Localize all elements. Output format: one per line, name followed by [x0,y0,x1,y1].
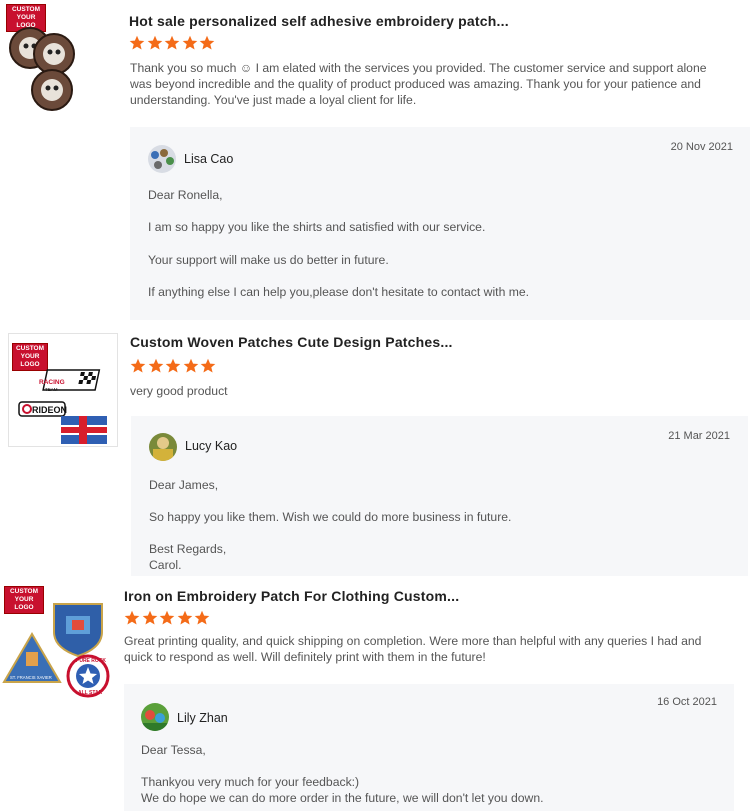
review-item: CUSTOM YOUR LOGO ST. FRANCIS XAVIER PURE … [0,578,750,811]
reply-line: We do hope we can do more order in the f… [141,791,544,805]
star-icon [147,35,162,50]
review-item: CUSTOM YOUR LOGO Hot sale personalized se… [0,0,750,325]
embroidery-patches-image: ST. FRANCIS XAVIER PURE ROCK ALL STAR [2,603,110,698]
seller-name: Lily Zhan [177,711,228,725]
patch-text-racing: RACING [39,379,65,386]
star-icon [194,610,210,625]
woven-patches-image: RACING TEAM RIDEON [18,369,107,444]
review-item: CUSTOM YOUR LOGO RACING TEAM RIDEON Cust… [0,326,750,576]
reply-line: Dear Tessa, [141,743,206,757]
review-text: Thank you so much ☺ I am elated with the… [130,61,707,107]
seller-avatar [149,433,177,461]
reply-line: Dear Ronella, [148,188,223,202]
star-rating [124,610,212,628]
reply-line: Carol. [149,558,182,572]
star-icon [199,35,215,50]
reply-line: Your support will make us do better in f… [148,253,389,267]
seller-reply: Lily Zhan 16 Oct 2021 Dear Tessa, Thanky… [124,684,734,811]
seller-name: Lisa Cao [184,152,234,166]
product-thumbnail[interactable]: CUSTOM YOUR LOGO ST. FRANCIS XAVIER PURE … [2,586,114,698]
product-title[interactable]: Custom Woven Patches Cute Design Patches… [130,334,453,350]
patch-text-pure-rock: PURE ROCK [76,658,106,664]
star-rating [130,358,218,376]
product-title[interactable]: Iron on Embroidery Patch For Clothing Cu… [124,588,459,604]
star-icon [183,358,198,373]
star-icon [159,610,175,625]
seller-reply: Lisa Cao 20 Nov 2021 Dear Ronella, I am … [130,127,750,320]
product-thumbnail[interactable]: CUSTOM YOUR LOGO RACING TEAM RIDEON [8,333,118,447]
review-text: Great printing quality, and quick shippi… [124,634,702,664]
star-icon [124,610,140,625]
patch-text-team: TEAM [45,387,58,392]
seller-reply: Lucy Kao 21 Mar 2021 Dear James, So happ… [131,416,748,576]
skull-patch-image [9,27,75,111]
reply-line: So happy you like them. Wish we could do… [149,510,512,524]
reply-date: 20 Nov 2021 [670,141,733,153]
star-icon [129,35,145,50]
star-icon [182,35,197,50]
seller-name: Lucy Kao [185,439,238,453]
product-thumbnail[interactable]: CUSTOM YOUR LOGO [4,4,76,114]
reply-line: I am so happy you like the shirts and sa… [148,220,486,234]
patch-text-st-francis: ST. FRANCIS XAVIER [10,675,52,680]
star-icon [148,358,163,373]
star-rating [129,35,217,53]
reply-date: 16 Oct 2021 [657,696,717,708]
product-title[interactable]: Hot sale personalized self adhesive embr… [129,13,509,29]
reply-line: Dear James, [149,478,219,492]
review-text: very good product [130,384,228,398]
star-icon [177,610,192,625]
star-icon [130,358,146,373]
star-icon [165,358,181,373]
reply-date: 21 Mar 2021 [668,430,730,442]
seller-avatar [141,703,169,731]
patch-text-all-star: ALL STAR [78,690,103,696]
star-icon [164,35,180,50]
star-icon [142,610,157,625]
patch-text-rideon: RIDEON [32,405,67,415]
reply-line: Best Regards, [149,542,227,556]
reply-line: If anything else I can help you,please d… [148,285,530,299]
star-icon [200,358,216,373]
seller-avatar [148,145,176,173]
reply-line: Thankyou very much for your feedback:) [141,775,360,789]
